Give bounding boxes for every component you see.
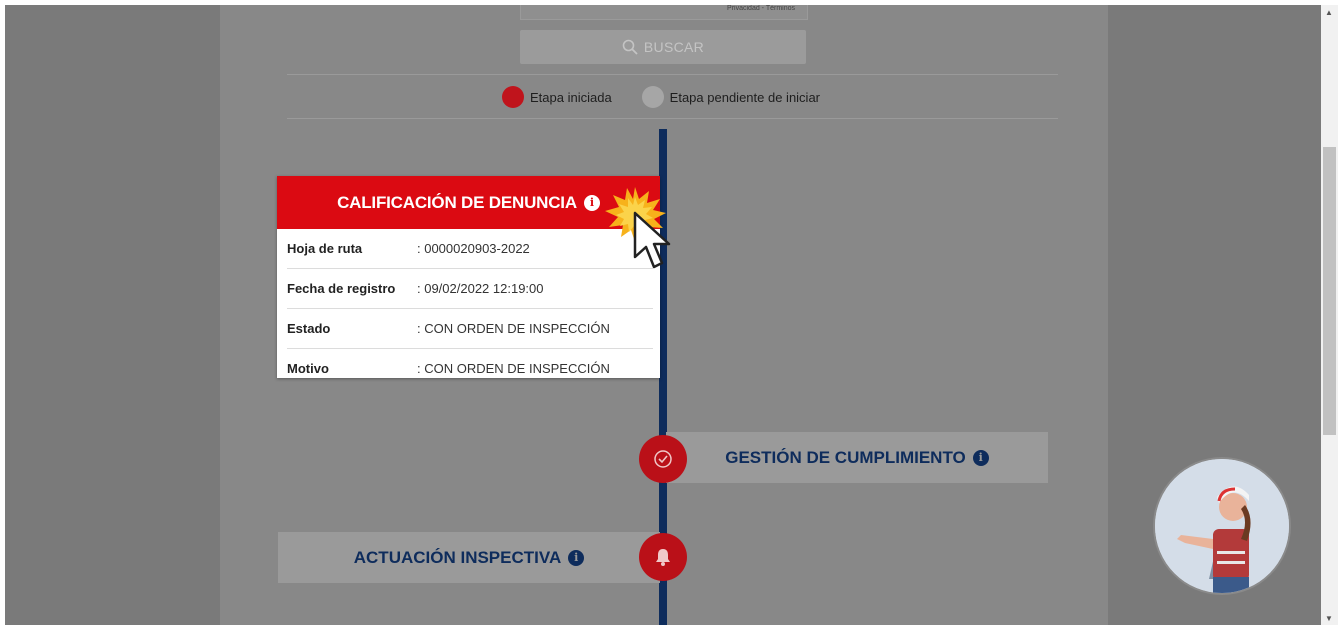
hand-pointer-icon <box>633 211 671 269</box>
detail-label: Estado <box>287 321 331 336</box>
info-icon[interactable]: i <box>568 549 585 566</box>
stage-card-title: CALIFICACIÓN DE DENUNCIA <box>337 192 577 212</box>
divider-bottom <box>287 118 1058 119</box>
scroll-down-icon[interactable]: ▼ <box>1325 614 1333 623</box>
check-circle-icon <box>654 450 672 468</box>
detail-value: : CON ORDEN DE INSPECCIÓN <box>417 361 610 376</box>
search-icon <box>622 39 638 55</box>
browser-viewport: Privacidad - Términos BUSCAR Etapa inici… <box>5 5 1321 625</box>
detail-value: : CON ORDEN DE INSPECCIÓN <box>417 321 610 336</box>
scroll-up-icon[interactable]: ▲ <box>1325 8 1333 17</box>
stage-box-gestion[interactable]: GESTIÓN DE CUMPLIMIENTO i <box>666 432 1048 483</box>
stage-title-actuacion: ACTUACIÓN INSPECTIVA <box>353 547 562 567</box>
search-button-label: BUSCAR <box>643 39 705 55</box>
legend-pending-dot <box>641 86 664 108</box>
assistant-avatar[interactable] <box>1155 459 1289 593</box>
stage-box-actuacion[interactable]: ACTUACIÓN INSPECTIVA i <box>278 532 660 583</box>
assistant-illustration <box>1155 459 1289 593</box>
info-icon[interactable]: i <box>583 194 600 211</box>
divider-top <box>287 74 1058 75</box>
detail-row: Estado : CON ORDEN DE INSPECCIÓN <box>287 309 653 349</box>
detail-row: Fecha de registro : 09/02/2022 12:19:00 <box>287 269 653 309</box>
stage-icon-actuacion[interactable] <box>639 533 687 581</box>
detail-row: Motivo : CON ORDEN DE INSPECCIÓN <box>287 349 653 388</box>
scrollbar-thumb[interactable] <box>1323 147 1336 435</box>
detail-label: Fecha de registro <box>287 281 396 296</box>
search-button[interactable]: BUSCAR <box>520 30 806 64</box>
detail-value: : 09/02/2022 12:19:00 <box>417 281 544 296</box>
info-icon[interactable]: i <box>972 449 989 466</box>
bell-icon <box>656 549 670 566</box>
legend: Etapa iniciada Etapa pendiente de inicia… <box>502 86 820 108</box>
detail-label: Hoja de ruta <box>287 241 363 256</box>
detail-row: Hoja de ruta : 0000020903-2022 <box>287 229 653 269</box>
detail-label: Motivo <box>287 361 329 376</box>
stage-title-gestion: GESTIÓN DE CUMPLIMIENTO <box>725 447 966 467</box>
detail-value: : 0000020903-2022 <box>417 241 530 256</box>
legend-pending-label: Etapa pendiente de iniciar <box>669 89 821 105</box>
legend-started-label: Etapa iniciada <box>530 89 612 105</box>
legend-started-dot <box>502 86 524 108</box>
stage-icon-gestion[interactable] <box>639 435 687 483</box>
recaptcha-privacy-text[interactable]: Privacidad - Términos <box>727 5 795 12</box>
recaptcha-box[interactable]: Privacidad - Términos <box>520 5 808 20</box>
